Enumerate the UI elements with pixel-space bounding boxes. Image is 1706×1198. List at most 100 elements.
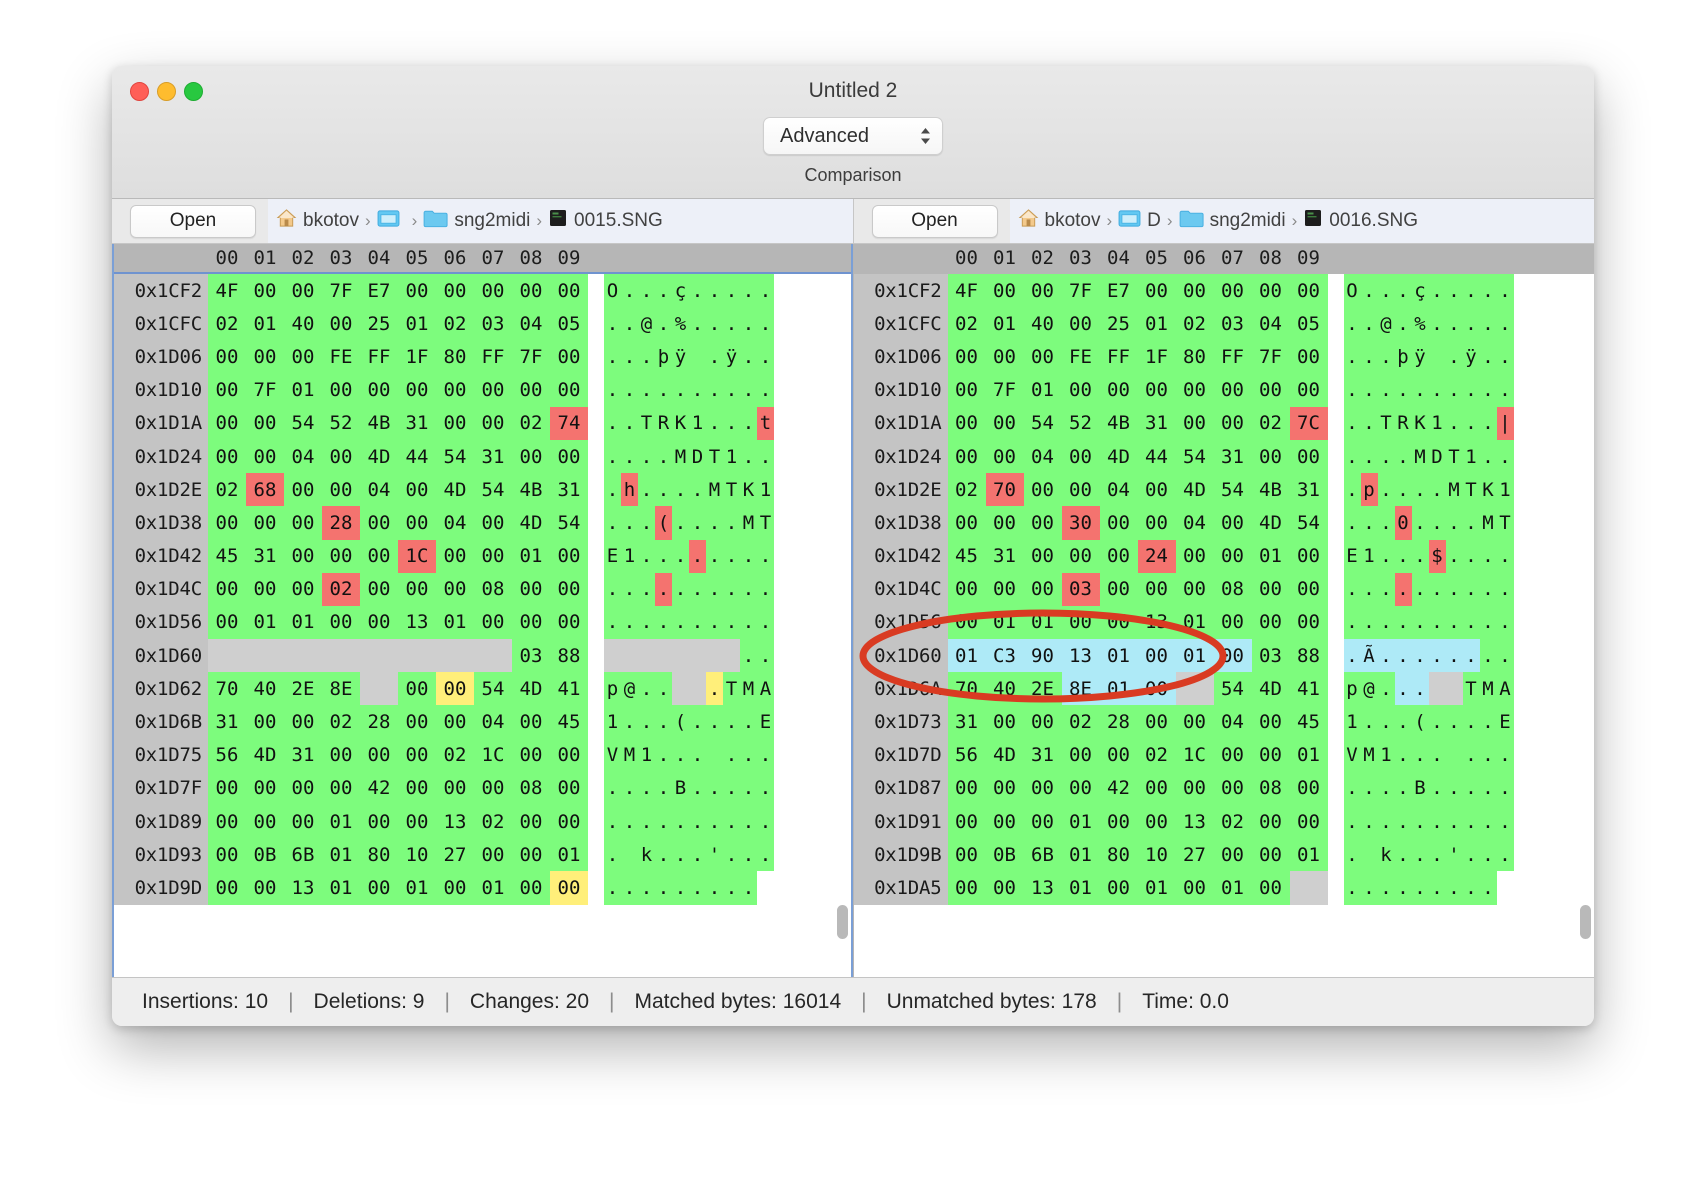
hex-byte[interactable]: 54: [1023, 406, 1062, 440]
ascii-char[interactable]: 1: [757, 473, 774, 507]
hex-byte[interactable]: 01: [1175, 605, 1214, 640]
ascii-char[interactable]: .: [1479, 871, 1497, 905]
row-hex-bytes[interactable]: 00 00 00 30 00 00 04 00 4D 54: [947, 506, 1328, 540]
ascii-char[interactable]: .: [757, 274, 774, 308]
row-hex-bytes[interactable]: 00 7F 01 00 00 00 00 00 00 00: [208, 373, 588, 407]
hex-byte[interactable]: 00: [947, 771, 986, 805]
hex-row[interactable]: 0x1D600388..........: [114, 639, 851, 673]
hex-byte[interactable]: 00: [474, 506, 512, 540]
ascii-char[interactable]: .: [638, 639, 655, 673]
hex-byte[interactable]: 31: [947, 705, 986, 739]
hex-byte[interactable]: 00: [1137, 572, 1176, 606]
row-ascii[interactable]: ..........: [604, 572, 851, 606]
hex-byte[interactable]: 00: [512, 838, 550, 872]
hex-byte[interactable]: 01: [398, 871, 436, 905]
row-ascii[interactable]: ....MDT1..: [604, 439, 851, 474]
ascii-char[interactable]: .: [621, 406, 638, 440]
hex-byte[interactable]: 04: [360, 473, 398, 507]
ascii-char[interactable]: 1: [1462, 439, 1480, 474]
hex-row[interactable]: 0x1D73 31 00 00 02 28 00 00 04 00 45 1...(.... E: [853, 705, 1594, 739]
ascii-char[interactable]: .: [757, 373, 774, 407]
row-hex-bytes[interactable]: 00 01 01 00 00 13 01 00 00 00: [208, 605, 588, 640]
row-ascii[interactable]: p@.. ..TMA: [604, 672, 851, 706]
ascii-char[interactable]: .: [1343, 506, 1361, 540]
hex-byte[interactable]: 00: [246, 871, 284, 905]
ascii-char[interactable]: .: [1377, 373, 1395, 407]
hex-byte[interactable]: 00: [1213, 373, 1252, 407]
ascii-char[interactable]: .: [1462, 705, 1480, 739]
hex-byte[interactable]: 88: [1289, 639, 1328, 673]
ascii-char[interactable]: .: [706, 572, 723, 606]
ascii-char[interactable]: .: [1428, 639, 1446, 673]
ascii-char[interactable]: $: [1428, 539, 1446, 573]
hex-byte[interactable]: 4B: [360, 406, 398, 440]
hex-byte[interactable]: 00: [284, 340, 322, 374]
hex-byte[interactable]: FF: [474, 340, 512, 374]
row-ascii[interactable]: .. T R K 1... |: [1343, 406, 1594, 440]
row-ascii[interactable]: .. @.%.....: [604, 307, 851, 341]
row-ascii[interactable]: ....B.....: [1343, 771, 1594, 805]
ascii-char[interactable]: T: [723, 672, 740, 706]
hex-byte[interactable]: FF: [1099, 340, 1138, 374]
hex-byte[interactable]: 00: [322, 539, 360, 573]
ascii-char[interactable]: .: [1377, 672, 1395, 706]
ascii-char[interactable]: .: [1343, 639, 1361, 673]
ascii-char[interactable]: .: [1479, 539, 1497, 573]
ascii-char[interactable]: .: [604, 871, 621, 905]
row-hex-bytes[interactable]: 00 00 00 02 00 00 00 08 00 00: [208, 572, 588, 606]
hex-byte[interactable]: 02: [322, 572, 360, 606]
comparison-mode-select[interactable]: Advanced: [763, 117, 943, 155]
ascii-char[interactable]: 1: [638, 738, 655, 772]
hex-byte[interactable]: 01: [512, 539, 550, 573]
ascii-char[interactable]: þ: [655, 340, 672, 374]
ascii-char[interactable]: .: [1428, 771, 1446, 805]
row-hex-bytes[interactable]: 03 88: [208, 639, 588, 673]
row-hex-bytes[interactable]: 45 31 00 00 00 1C 00 00 01 00: [208, 539, 588, 573]
row-ascii[interactable]: . k... '...: [1343, 838, 1594, 872]
ascii-char[interactable]: .: [740, 838, 757, 872]
hex-byte[interactable]: 00: [1099, 738, 1138, 772]
ascii-char[interactable]: .: [706, 506, 723, 540]
ascii-char[interactable]: .: [638, 539, 655, 573]
ascii-char[interactable]: .: [757, 771, 774, 805]
hex-byte[interactable]: 00: [1137, 705, 1176, 739]
hex-byte[interactable]: 01: [284, 605, 322, 640]
ascii-char[interactable]: .: [1479, 340, 1497, 374]
ascii-char[interactable]: 1: [1360, 539, 1378, 573]
hex-byte[interactable]: 10: [1137, 838, 1176, 872]
hex-byte[interactable]: 00: [1023, 771, 1062, 805]
ascii-char[interactable]: 0: [1394, 506, 1412, 540]
hex-byte[interactable]: 00: [284, 705, 322, 739]
ascii-char[interactable]: .: [1445, 274, 1463, 308]
ascii-char[interactable]: 1: [1496, 473, 1514, 507]
ascii-char[interactable]: .: [1360, 274, 1378, 308]
ascii-char[interactable]: .: [1343, 605, 1361, 640]
hex-byte[interactable]: 00: [947, 838, 986, 872]
hex-byte[interactable]: 00: [1137, 639, 1176, 673]
ascii-char[interactable]: .: [706, 639, 723, 673]
ascii-char[interactable]: O: [1343, 274, 1361, 308]
ascii-char[interactable]: .: [1343, 805, 1361, 839]
hex-byte[interactable]: 00: [208, 771, 246, 805]
hex-byte[interactable]: 00: [208, 406, 246, 440]
ascii-char[interactable]: .: [1360, 871, 1378, 905]
hex-byte[interactable]: 00: [436, 274, 474, 308]
hex-byte[interactable]: 4D: [360, 439, 398, 474]
hex-byte[interactable]: 88: [550, 639, 588, 673]
ascii-char[interactable]: 1: [723, 439, 740, 474]
ascii-char[interactable]: .: [689, 274, 706, 308]
ascii-char[interactable]: .: [723, 738, 740, 772]
ascii-char[interactable]: k: [1377, 838, 1395, 872]
ascii-char[interactable]: %: [1411, 307, 1429, 341]
hex-byte[interactable]: 00: [1251, 572, 1290, 606]
row-hex-bytes[interactable]: 00 00 00 01 00 00 13 02 00 00: [208, 805, 588, 839]
hex-byte[interactable]: 7F: [512, 340, 550, 374]
row-ascii[interactable]: ...þÿ .ÿ..: [604, 340, 851, 374]
ascii-char[interactable]: .: [723, 572, 740, 606]
hex-byte[interactable]: 00: [474, 605, 512, 640]
hex-byte[interactable]: 00: [512, 805, 550, 839]
ascii-char[interactable]: .: [723, 871, 740, 905]
ascii-char[interactable]: .: [621, 274, 638, 308]
hex-byte[interactable]: [1175, 672, 1214, 706]
hex-byte[interactable]: 01: [246, 307, 284, 341]
